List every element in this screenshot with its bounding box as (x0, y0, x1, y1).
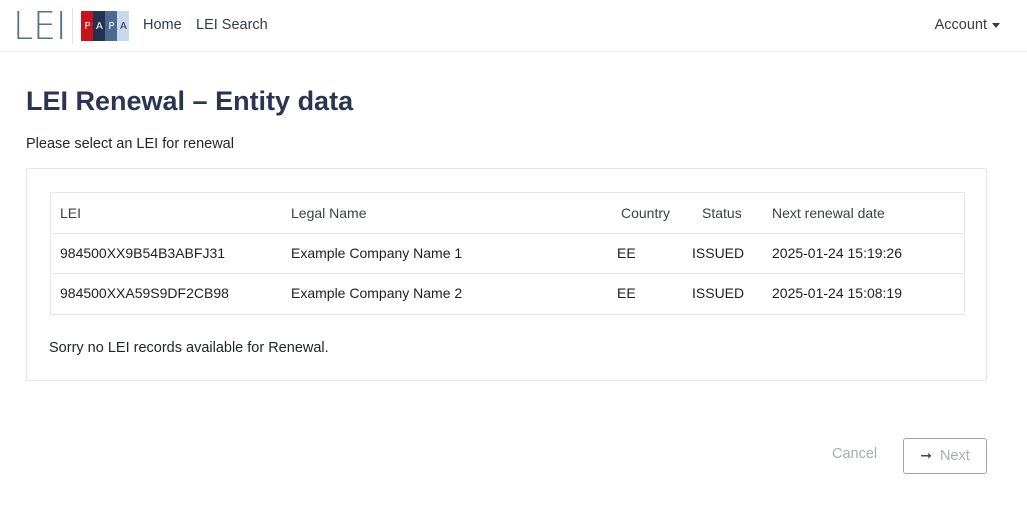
logo-lei-text: LEI (13, 4, 67, 48)
cell-country: EE (617, 285, 636, 302)
lei-table-container: LEI Legal Name Country Status Next renew… (50, 192, 965, 315)
nav-home-link[interactable]: Home (143, 17, 182, 33)
arrow-right-icon: ➞ (920, 448, 932, 464)
column-header-lei: LEI (60, 204, 82, 221)
column-header-next-renewal-date: Next renewal date (772, 204, 885, 221)
logo-papa: P A P A (81, 11, 130, 41)
cell-status: ISSUED (692, 245, 745, 261)
navbar: LEI P A P A Home LEI Search Account (0, 0, 1027, 52)
logo-divider (72, 8, 74, 44)
page-subtitle: Please select an LEI for renewal (26, 136, 234, 152)
nav-lei-search-link[interactable]: LEI Search (196, 17, 268, 33)
table-row[interactable]: 984500XX9B54B3ABFJ31 Example Company Nam… (51, 233, 964, 273)
lei-selection-card: LEI Legal Name Country Status Next renew… (26, 168, 987, 381)
column-header-country: Country (621, 204, 671, 221)
cell-next-renewal-date: 2025-01-24 15:08:19 (772, 285, 902, 302)
cell-lei: 984500XX9B54B3ABFJ31 (60, 245, 226, 261)
cell-legal-name: Example Company Name 1 (291, 245, 463, 261)
logo-papa-letter: P (105, 11, 118, 41)
table-header-row: LEI Legal Name Country Status Next renew… (51, 193, 964, 233)
page-title: LEI Renewal – Entity data (26, 86, 354, 116)
column-header-legal-name: Legal Name (291, 204, 367, 221)
lei-table: LEI Legal Name Country Status Next renew… (51, 193, 964, 313)
cell-next-renewal-date: 2025-01-24 15:19:26 (772, 245, 902, 261)
next-button-label: Next (939, 448, 970, 464)
cell-lei: 984500XXA59S9DF2CB98 (60, 285, 229, 302)
account-dropdown[interactable]: Account (935, 17, 1000, 33)
no-records-message: Sorry no LEI records available for Renew… (49, 340, 329, 356)
cell-status: ISSUED (692, 285, 745, 302)
caret-down-icon (992, 23, 1000, 28)
cell-legal-name: Example Company Name 2 (291, 285, 463, 302)
table-row[interactable]: 984500XXA59S9DF2CB98 Example Company Nam… (51, 273, 964, 313)
next-button[interactable]: ➞ Next (903, 438, 987, 474)
logo-papa-letter: P (81, 11, 94, 41)
logo-papa-letter: A (93, 11, 106, 41)
cancel-button[interactable]: Cancel (822, 446, 887, 462)
logo[interactable]: LEI P A P A (13, 4, 130, 48)
account-label: Account (934, 17, 987, 33)
column-header-status: Status (702, 204, 742, 221)
cell-country: EE (617, 245, 636, 261)
logo-papa-letter: A (117, 11, 130, 41)
